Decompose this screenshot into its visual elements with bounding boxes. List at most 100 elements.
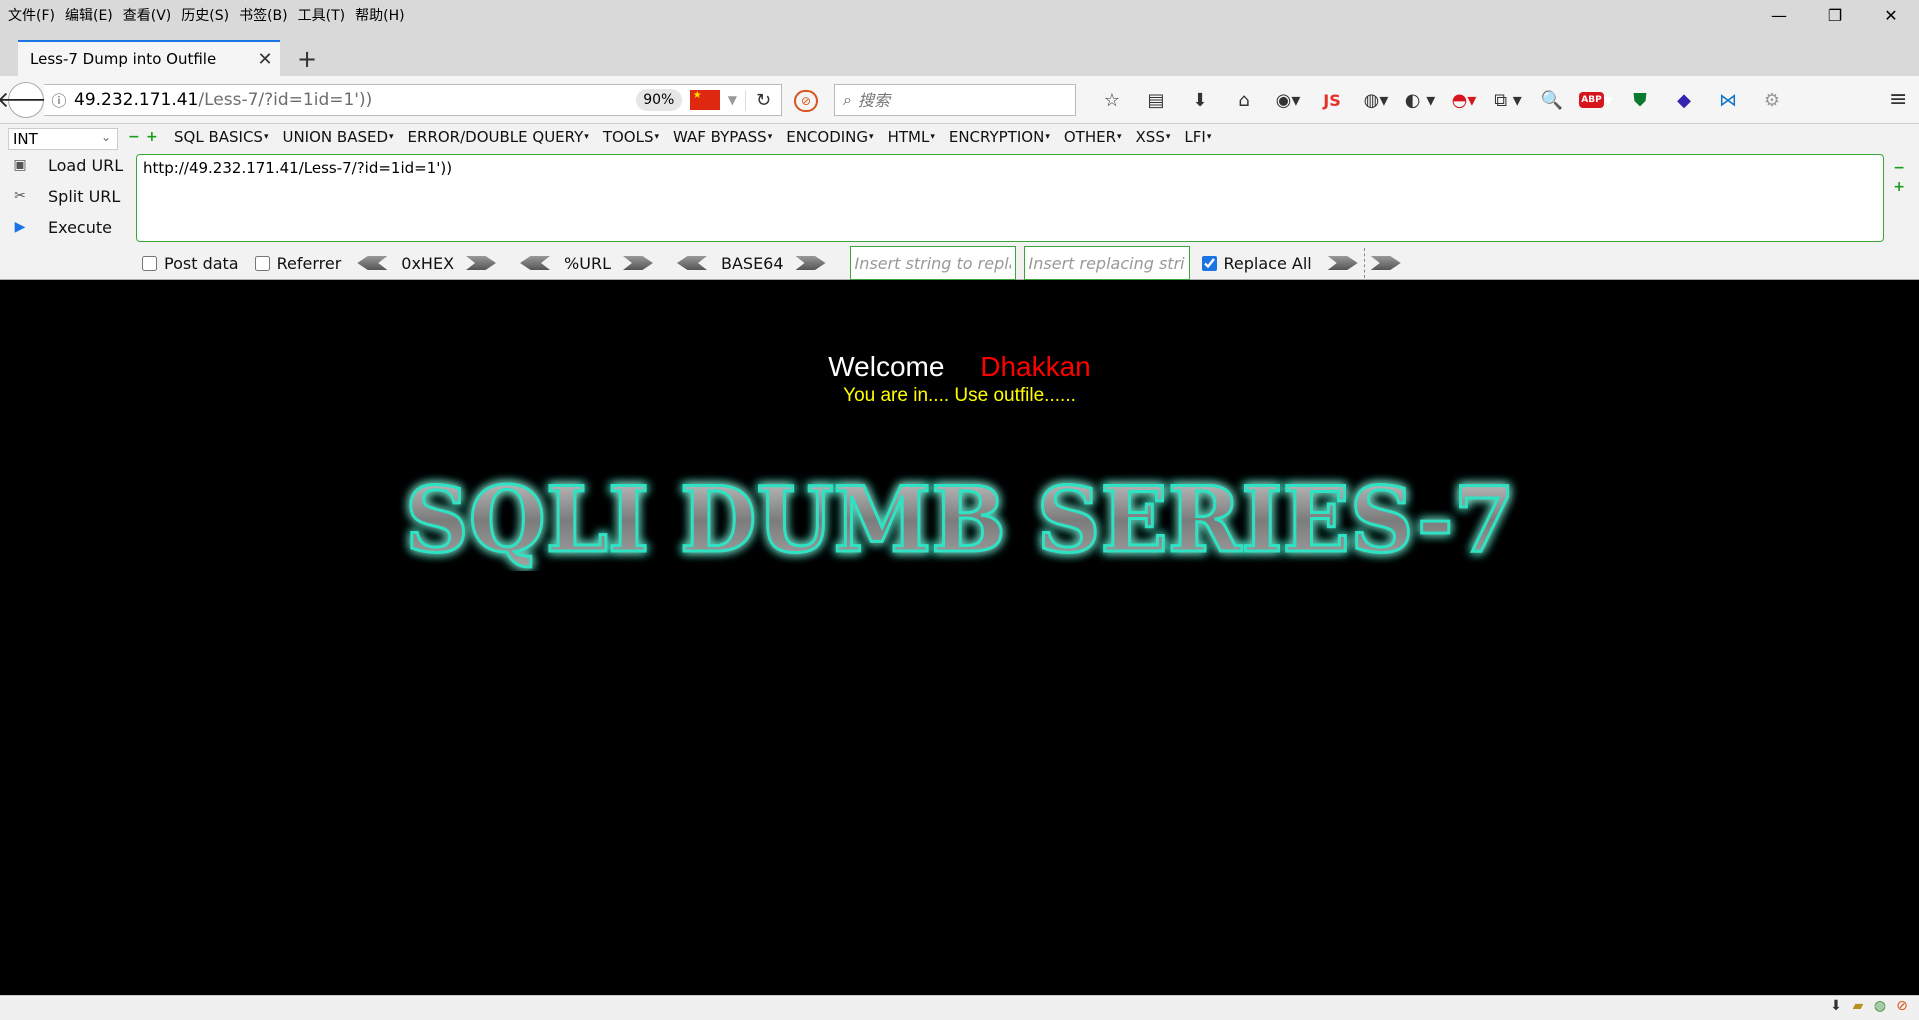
menu-html[interactable]: HTML <box>888 128 935 146</box>
close-window-button[interactable]: ✕ <box>1863 0 1919 30</box>
hamburger-menu-icon[interactable]: ≡ <box>1889 89 1911 111</box>
menu-view[interactable]: 查看(V) <box>121 5 180 25</box>
search-bar[interactable]: ⌕ <box>834 84 1076 116</box>
url-enc-label: %URL <box>564 253 611 273</box>
download-status-icon[interactable]: ⬇ <box>1825 998 1847 1014</box>
back-button[interactable]: 🡐 <box>0 82 56 118</box>
tab-title: Less-7 Dump into Outfile <box>30 50 217 68</box>
menu-other[interactable]: OTHER <box>1064 128 1122 146</box>
referrer-toggle[interactable]: Referrer <box>254 253 342 273</box>
welcome-text: Welcome <box>828 351 945 382</box>
menu-history[interactable]: 历史(S) <box>179 5 237 25</box>
palette-extension-icon[interactable]: ◐ ▾ <box>1398 84 1442 116</box>
menu-error-double-query[interactable]: ERROR/DOUBLE QUERY <box>408 128 589 146</box>
title-banner-image: SQLI DUMB SERIES-7 <box>395 466 1525 575</box>
reload-icon[interactable]: ↻ <box>745 89 781 111</box>
globe-menu-icon[interactable]: ◉▾ <box>1266 84 1310 116</box>
reading-list-icon[interactable]: ▤ <box>1134 84 1178 116</box>
chrome-extension-icon[interactable]: ◍▾ <box>1354 84 1398 116</box>
title-banner-svg: SQLI DUMB SERIES-7 <box>404 466 1517 575</box>
shield-extension-icon[interactable]: ⛊ <box>1618 84 1662 116</box>
textarea-grow-icon[interactable]: + <box>1893 179 1905 195</box>
magnifier-extension-icon[interactable]: 🔍 <box>1530 84 1574 116</box>
bookmark-star-icon[interactable]: ☆ <box>1090 84 1134 116</box>
url-encode-arrow-icon[interactable] <box>622 256 653 270</box>
referrer-checkbox[interactable] <box>254 255 270 271</box>
screenshot-extension-icon[interactable]: ⧉ ▾ <box>1486 84 1530 116</box>
info-icon[interactable]: ⓘ <box>44 90 74 111</box>
replace-next-arrow-icon[interactable] <box>1370 256 1401 270</box>
replace-all-label: Replace All <box>1223 253 1312 273</box>
menu-help[interactable]: 帮助(H) <box>353 5 412 25</box>
menu-union-based[interactable]: UNION BASED <box>282 128 393 146</box>
noscript-icon[interactable]: ⊘ <box>794 90 818 112</box>
post-data-checkbox[interactable] <box>142 255 157 271</box>
url-bar[interactable]: ⓘ 49.232.171.41 /Less-7/?id=1id=1')) 90%… <box>44 84 782 116</box>
menu-encoding[interactable]: ENCODING <box>786 128 873 146</box>
replace-all-checkbox[interactable] <box>1201 255 1217 271</box>
menu-file[interactable]: 文件(F) <box>6 5 63 25</box>
network-extension-icon[interactable]: ⋈ <box>1706 84 1750 116</box>
china-flag-icon[interactable]: ★ <box>689 90 720 110</box>
split-url-button[interactable]: ✂ Split URL <box>10 184 120 208</box>
load-url-icon: ▣ <box>13 157 27 173</box>
hackbar-collapse-icon[interactable]: − <box>128 130 140 144</box>
url-path: /Less-7/?id=1id=1')) <box>198 90 373 110</box>
new-tab-button[interactable]: + <box>292 44 322 74</box>
hex-label: 0xHEX <box>401 253 455 273</box>
toolbar-icons: ☆ ▤ ⬇ ⌂ ◉▾ JS ◍▾ ◐ ▾ ◓▾ ⧉ ▾ 🔍 ABP ▾ ⛊ ◆ ⋈… <box>1090 84 1794 116</box>
hackbar-url-textarea[interactable] <box>136 154 1884 242</box>
block-status-icon[interactable]: ⊘ <box>1891 998 1913 1014</box>
menu-bookmarks[interactable]: 书签(B) <box>237 5 296 25</box>
hackbar-bottom-row: Post data Referrer 0xHEX %URL BASE64 Rep… <box>142 246 1401 280</box>
base64-decode-arrow-icon[interactable] <box>676 256 707 270</box>
gear-extension-icon[interactable]: ⚙ <box>1750 84 1794 116</box>
menu-tools[interactable]: 工具(T) <box>296 5 353 25</box>
minimize-button[interactable]: — <box>1751 0 1807 30</box>
hex-encode-arrow-icon[interactable] <box>466 256 497 270</box>
menu-edit[interactable]: 编辑(E) <box>63 5 121 25</box>
hackbar-panel: INT − + SQL BASICS UNION BASED ERROR/DOU… <box>0 124 1919 280</box>
hackbar-menus: SQL BASICS UNION BASED ERROR/DOUBLE QUER… <box>174 128 1225 146</box>
hackbar-expand-icon[interactable]: + <box>146 130 158 144</box>
execute-label: Execute <box>48 217 112 237</box>
replace-from-input[interactable] <box>849 246 1016 280</box>
menu-encryption[interactable]: ENCRYPTION <box>949 128 1050 146</box>
download-icon[interactable]: ⬇ <box>1178 84 1222 116</box>
menu-lfi[interactable]: LFI <box>1184 128 1211 146</box>
split-url-label: Split URL <box>48 186 121 206</box>
globe-status-icon[interactable]: ◍ <box>1869 998 1891 1014</box>
hex-decode-arrow-icon[interactable] <box>357 256 388 270</box>
load-url-label: Load URL <box>48 155 124 175</box>
red-extension-icon[interactable]: ◓▾ <box>1442 84 1486 116</box>
adblock-icon[interactable]: ABP ▾ <box>1574 84 1618 116</box>
replace-to-input[interactable] <box>1023 246 1190 280</box>
menu-tools[interactable]: TOOLS <box>603 128 659 146</box>
replace-arrow-icon[interactable] <box>1327 256 1358 270</box>
js-extension-icon[interactable]: JS <box>1310 84 1354 116</box>
execute-button[interactable]: ▶ Execute <box>10 215 112 239</box>
load-url-button[interactable]: ▣ Load URL <box>10 153 123 177</box>
zoom-indicator[interactable]: 90% <box>635 89 682 111</box>
search-input[interactable] <box>857 90 1058 110</box>
page-content: Welcome Dhakkan You are in.... Use outfi… <box>0 281 1919 995</box>
post-data-toggle[interactable]: Post data <box>142 254 239 273</box>
base64-encode-arrow-icon[interactable] <box>795 256 826 270</box>
separator <box>1363 248 1365 278</box>
layers-extension-icon[interactable]: ◆ <box>1662 84 1706 116</box>
menu-xss[interactable]: XSS <box>1136 128 1171 146</box>
menu-waf-bypass[interactable]: WAF BYPASS <box>673 128 772 146</box>
replace-all-toggle[interactable]: Replace All <box>1201 253 1312 273</box>
tab-close-icon[interactable]: ✕ <box>250 49 280 70</box>
type-select[interactable]: INT <box>8 127 118 150</box>
tab-active[interactable]: Less-7 Dump into Outfile ✕ <box>18 40 280 76</box>
menu-sql-basics[interactable]: SQL BASICS <box>174 128 268 146</box>
textarea-shrink-icon[interactable]: − <box>1893 160 1905 176</box>
status-message: You are in.... Use outfile...... <box>843 385 1076 406</box>
restore-button[interactable]: ❐ <box>1807 0 1863 30</box>
flag-dropdown-icon[interactable]: ▼ <box>728 93 737 107</box>
folder-status-icon[interactable]: ▰ <box>1847 998 1869 1014</box>
url-decode-arrow-icon[interactable] <box>520 256 551 270</box>
home-icon[interactable]: ⌂ <box>1222 84 1266 116</box>
referrer-label: Referrer <box>276 253 342 273</box>
